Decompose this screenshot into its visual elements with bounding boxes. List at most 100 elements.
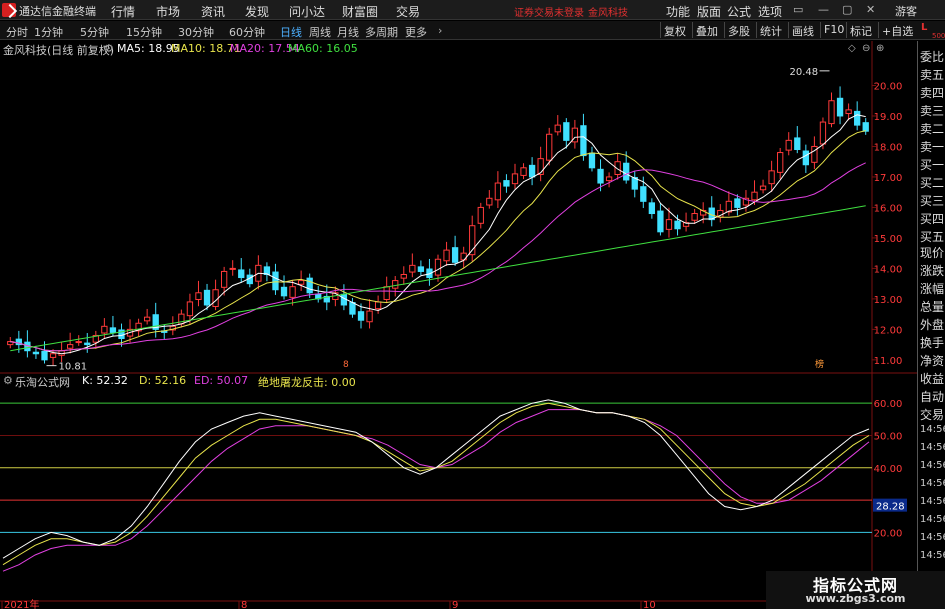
sidebar-item-28[interactable]: 14:56 <box>920 550 945 561</box>
sidebar-item-11[interactable]: 现价 <box>920 244 945 261</box>
candle-body-57 <box>494 182 502 201</box>
overlay-button[interactable]: 叠加 <box>692 22 721 38</box>
draw-button[interactable]: 画线 <box>788 22 817 38</box>
candle-body-8 <box>75 341 82 344</box>
sidebar-item-22[interactable]: 14:56 <box>920 442 945 453</box>
zoom-minus-icon[interactable]: ⊖ <box>862 43 870 54</box>
period-1min[interactable]: 1分钟 <box>34 24 63 40</box>
adjust-button[interactable]: 复权 <box>660 22 689 38</box>
menu-ask[interactable]: 问小达 <box>289 3 325 20</box>
sidebar-item-21[interactable]: 14:56 <box>920 424 945 435</box>
guest-button[interactable]: 游客 <box>895 3 917 19</box>
sidebar-item-18[interactable]: 收益 <box>920 370 945 387</box>
sidebar-item-16[interactable]: 换手 <box>920 334 945 351</box>
high-annotation: 20.48 <box>790 67 819 78</box>
sidebar-item-9[interactable]: 买四 <box>920 210 945 227</box>
period-60min[interactable]: 60分钟 <box>229 24 265 40</box>
sidebar-item-20[interactable]: 交易 <box>920 406 945 423</box>
sidebar-item-14[interactable]: 总量 <box>920 298 945 315</box>
zoom-plus-icon[interactable]: ⊕ <box>876 43 884 54</box>
sidebar-item-15[interactable]: 外盘 <box>920 316 945 333</box>
sub-settings-gear-icon[interactable]: ⚙ <box>3 374 13 387</box>
menu-function[interactable]: 功能 <box>666 3 690 20</box>
menu-formula[interactable]: 公式 <box>727 3 751 20</box>
sidebar-item-8[interactable]: 买三 <box>920 192 945 209</box>
sidebar-item-19[interactable]: 自动 <box>920 388 945 405</box>
sidebar-item-24[interactable]: 14:56 <box>920 478 945 489</box>
chevron-right-icon[interactable]: › <box>438 24 442 37</box>
sidebar-item-4[interactable]: 卖二 <box>920 120 945 137</box>
chart-canvas[interactable]: 20.00 19.00 18.00 17.00 16.00 15.00 14.00 13.00… <box>0 41 917 609</box>
sidebar-item-7[interactable]: 买二 <box>920 174 945 191</box>
menu-options[interactable]: 选项 <box>758 3 782 20</box>
candle-body-65 <box>563 122 570 141</box>
sidebar-item-1[interactable]: 卖五 <box>920 66 945 83</box>
period-monthly[interactable]: 月线 <box>337 24 359 40</box>
f10-button[interactable]: F10 <box>820 22 847 38</box>
menu-wealth[interactable]: 财富圈 <box>342 3 378 20</box>
candle-body-48 <box>417 266 425 272</box>
sidebar-item-26[interactable]: 14:56 <box>920 514 945 525</box>
legend-k: K: 52.32 <box>82 374 128 387</box>
sidebar-item-2[interactable]: 卖四 <box>920 84 945 101</box>
candle-body-46 <box>400 273 407 279</box>
menu-market[interactable]: 市场 <box>156 3 180 20</box>
restore-icon[interactable]: ▢ <box>842 3 852 16</box>
k-line <box>2 399 870 559</box>
period-multi[interactable]: 多周期 <box>365 24 398 40</box>
candle-body-44 <box>383 286 390 300</box>
period-more[interactable]: 更多 <box>405 24 427 40</box>
candle-body-16 <box>143 316 151 322</box>
sidebar-item-6[interactable]: 买一 <box>920 156 945 173</box>
x-tick-label-1: 8 <box>241 600 247 609</box>
period-daily[interactable]: 日线 <box>280 24 302 40</box>
stats-button[interactable]: 统计 <box>756 22 785 38</box>
candle-body-7 <box>67 344 74 349</box>
candle-body-76 <box>657 210 664 233</box>
candle-body-4 <box>41 350 48 361</box>
candle-body-6 <box>58 350 65 356</box>
pin-icon[interactable]: ▭ <box>793 3 803 16</box>
period-5min[interactable]: 5分钟 <box>80 24 109 40</box>
sidebar-item-13[interactable]: 涨幅 <box>920 280 945 297</box>
candle-body-56 <box>486 197 493 206</box>
candle-body-72 <box>623 162 630 181</box>
sidebar-item-17[interactable]: 净资 <box>920 352 945 369</box>
period-30min[interactable]: 30分钟 <box>178 24 214 40</box>
settings-gear-icon[interactable]: ⚙ <box>104 42 114 55</box>
add-watchlist-button[interactable]: +自选 <box>878 22 916 38</box>
sidebar-item-5[interactable]: 卖一 <box>920 138 945 155</box>
candle-body-87 <box>751 191 758 201</box>
sidebar-item-0[interactable]: 委比 <box>920 48 945 65</box>
sidebar-item-10[interactable]: 买五 <box>920 228 945 245</box>
y-tick-label-9: 11.00 <box>874 356 903 367</box>
menu-quotes[interactable]: 行情 <box>111 3 135 20</box>
sidebar-item-12[interactable]: 涨跌 <box>920 262 945 279</box>
period-15min[interactable]: 15分钟 <box>126 24 162 40</box>
sidebar-item-23[interactable]: 14:56 <box>920 460 945 471</box>
close-icon[interactable]: ✕ <box>866 3 875 16</box>
menu-trade[interactable]: 交易 <box>396 3 420 20</box>
multi-stock-button[interactable]: 多股 <box>724 22 753 38</box>
app-logo-icon <box>2 3 16 17</box>
watermark: 指标公式网 www.zbgs3.com <box>766 571 945 609</box>
mark-button[interactable]: 标记 <box>846 22 875 38</box>
menu-news[interactable]: 资讯 <box>201 3 225 20</box>
candle-body-80 <box>691 213 698 221</box>
period-intraday[interactable]: 分时 <box>6 24 28 40</box>
candle-body-100 <box>862 122 869 132</box>
menu-discover[interactable]: 发现 <box>245 3 269 20</box>
ma10-line <box>10 130 866 352</box>
stock-title: 金风科技 <box>588 8 628 19</box>
chart-area[interactable]: 20.00 19.00 18.00 17.00 16.00 15.00 14.00 13.00… <box>0 41 917 609</box>
candle-body-91 <box>785 139 792 151</box>
candle-body-89 <box>768 170 775 185</box>
sidebar-item-27[interactable]: 14:56 <box>920 532 945 543</box>
period-weekly[interactable]: 周线 <box>309 24 331 40</box>
menu-layout[interactable]: 版面 <box>697 3 721 20</box>
diamond-icon[interactable]: ◇ <box>848 43 856 54</box>
minimize-icon[interactable]: — <box>818 3 829 16</box>
sidebar-item-25[interactable]: 14:56 <box>920 496 945 507</box>
login-status[interactable]: 证券交易未登录 <box>514 4 584 19</box>
sidebar-item-3[interactable]: 卖三 <box>920 102 945 119</box>
